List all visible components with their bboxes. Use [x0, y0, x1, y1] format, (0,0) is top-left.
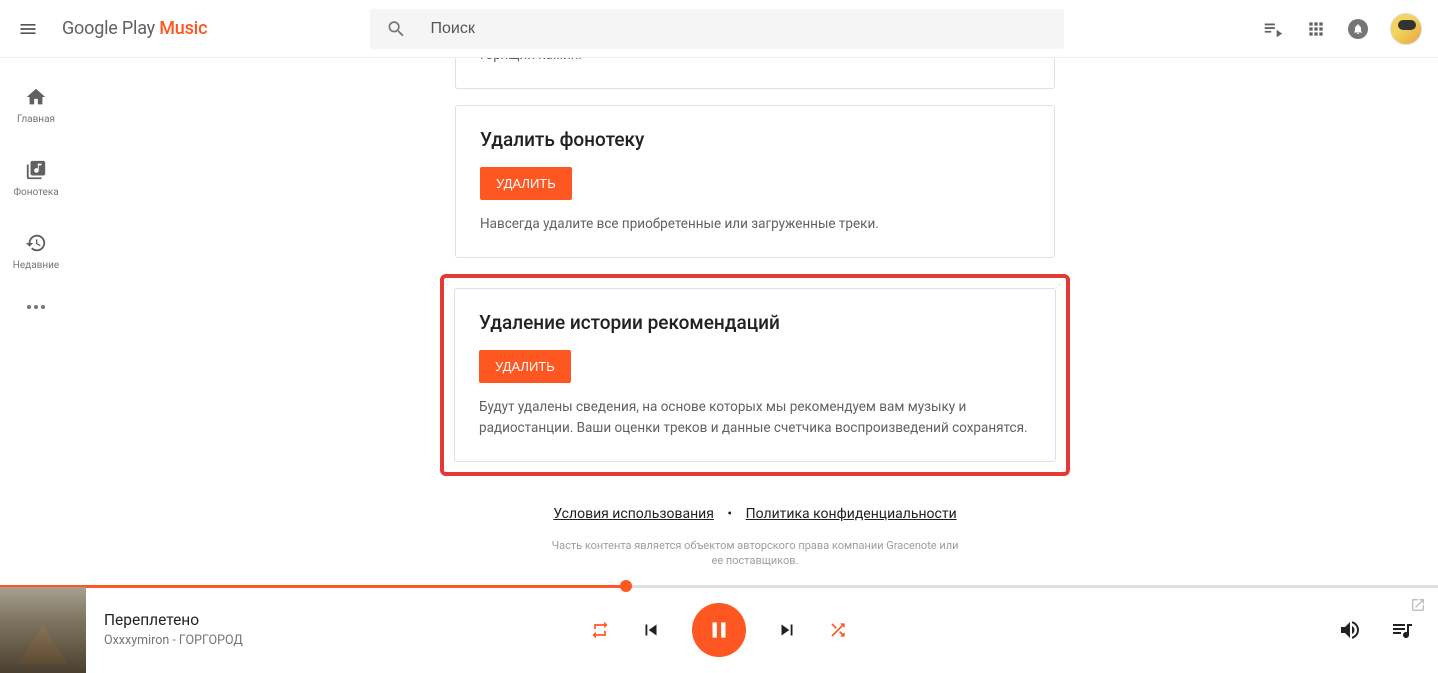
menu-button[interactable] [16, 17, 40, 41]
popout-icon [1410, 597, 1426, 613]
delete-library-button[interactable]: УДАЛИТЬ [480, 167, 572, 200]
logo-text-2: Music [159, 18, 207, 39]
notifications-icon [1348, 19, 1368, 39]
search-icon [386, 18, 407, 40]
separator: • [727, 506, 732, 522]
search-box[interactable] [370, 9, 1064, 49]
pause-icon [706, 617, 732, 643]
footer-links: Условия использования • Политика конфиде… [553, 506, 956, 522]
play-pause-button[interactable] [692, 603, 746, 657]
card-delete-library-title: Удалить фонотеку [480, 128, 1030, 151]
card-delete-library-desc: Навсегда удалите все приобретенные или з… [480, 214, 1030, 235]
queue-icon [1390, 618, 1414, 642]
previous-button[interactable] [640, 619, 662, 641]
repeat-icon [590, 620, 610, 640]
card-delete-recs-desc: Будут удалены сведения, на основе которы… [479, 397, 1031, 439]
card-delete-recommendations: Удаление истории рекомендаций УДАЛИТЬ Бу… [454, 288, 1056, 462]
app-header: Google Play Music [0, 0, 1438, 58]
card-partial-desc: горящий камин. [480, 58, 1030, 66]
popout-button[interactable] [1410, 597, 1426, 617]
skip-previous-icon [640, 619, 662, 641]
library-icon [25, 159, 47, 181]
nav-library-label: Фонотека [13, 187, 58, 198]
nav-home[interactable]: Главная [17, 86, 55, 125]
repeat-button[interactable] [590, 620, 610, 640]
playlist-play-icon [1262, 18, 1284, 40]
highlighted-section: Удаление истории рекомендаций УДАЛИТЬ Бу… [440, 274, 1070, 476]
app-logo[interactable]: Google Play Music [62, 18, 207, 39]
progress-bar[interactable] [0, 585, 1438, 588]
user-avatar[interactable] [1390, 13, 1422, 45]
track-title[interactable]: Переплетено [104, 611, 243, 629]
card-delete-library: Удалить фонотеку УДАЛИТЬ Навсегда удалит… [455, 105, 1055, 258]
shuffle-icon [828, 620, 848, 640]
player-controls [590, 603, 848, 657]
volume-icon [1338, 618, 1362, 642]
more-icon [27, 305, 45, 309]
track-artist[interactable]: Oxxxymiron - ГОРГОРОД [104, 633, 243, 648]
home-icon [25, 86, 47, 108]
nav-recent[interactable]: Недавние [13, 232, 59, 271]
terms-link[interactable]: Условия использования [553, 506, 714, 522]
logo-text-1: Google Play [62, 18, 159, 39]
next-button[interactable] [776, 619, 798, 641]
track-info: Переплетено Oxxxymiron - ГОРГОРОД [86, 611, 243, 648]
apps-button[interactable] [1306, 19, 1326, 39]
nav-more[interactable] [27, 305, 45, 309]
nav-home-label: Главная [17, 114, 55, 125]
notifications-button[interactable] [1348, 19, 1368, 39]
main-content: горящий камин. Удалить фонотеку УДАЛИТЬ … [72, 58, 1438, 586]
skip-next-icon [776, 619, 798, 641]
card-partial-top: горящий камин. [455, 58, 1055, 89]
player-bar: Переплетено Oxxxymiron - ГОРГОРОД [0, 586, 1438, 672]
volume-button[interactable] [1338, 618, 1362, 642]
cast-queue-button[interactable] [1262, 18, 1284, 40]
hamburger-icon [18, 19, 38, 39]
sidebar: Главная Фонотека Недавние [0, 58, 72, 309]
search-input[interactable] [431, 20, 1048, 38]
privacy-link[interactable]: Политика конфиденциальности [746, 506, 957, 522]
apps-icon [1306, 19, 1326, 39]
card-delete-recs-title: Удаление истории рекомендаций [479, 311, 1031, 334]
progress-fill [0, 585, 626, 588]
album-art[interactable] [0, 587, 86, 673]
nav-library[interactable]: Фонотека [13, 159, 58, 198]
footer-note: Часть контента является объектом авторск… [545, 538, 965, 569]
delete-recs-button[interactable]: УДАЛИТЬ [479, 350, 571, 383]
nav-recent-label: Недавние [13, 260, 59, 271]
header-actions [1262, 13, 1422, 45]
history-icon [25, 232, 47, 254]
player-right [1338, 618, 1414, 642]
shuffle-button[interactable] [828, 620, 848, 640]
progress-handle[interactable] [620, 580, 632, 592]
queue-button[interactable] [1390, 618, 1414, 642]
